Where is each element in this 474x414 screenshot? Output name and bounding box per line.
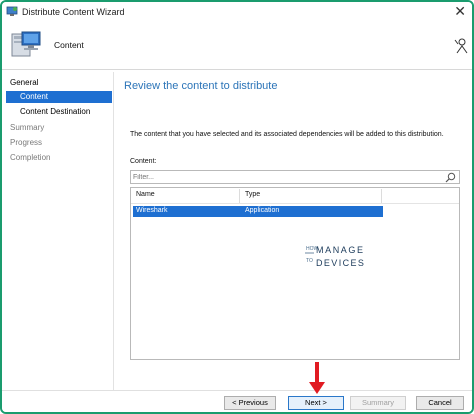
column-divider[interactable] bbox=[239, 189, 240, 203]
column-header-name[interactable]: Name bbox=[136, 191, 155, 198]
title-bar: Distribute Content Wizard ✕ bbox=[2, 2, 472, 22]
wizard-window: Distribute Content Wizard ✕ Content Gene… bbox=[0, 0, 474, 414]
content-list[interactable]: Name Type Wireshark Application HOW TO M… bbox=[130, 187, 460, 360]
svg-text:MANAGE: MANAGE bbox=[316, 245, 365, 255]
previous-button[interactable]: < Previous bbox=[224, 396, 276, 410]
nav-item-progress: Progress bbox=[10, 138, 43, 147]
nav-item-completion: Completion bbox=[10, 153, 51, 162]
row-name-cell: Wireshark bbox=[136, 207, 168, 214]
list-header: Name Type bbox=[131, 188, 459, 204]
page-description: The content that you have selected and i… bbox=[130, 131, 444, 138]
svg-text:DEVICES: DEVICES bbox=[316, 258, 365, 268]
window-title: Distribute Content Wizard bbox=[22, 7, 125, 17]
table-row[interactable]: Wireshark Application bbox=[133, 206, 383, 217]
red-arrow-annotation bbox=[309, 362, 325, 394]
wizard-app-icon bbox=[6, 6, 18, 16]
how-to-manage-devices-logo: HOW TO MANAGE DEVICES bbox=[305, 245, 365, 268]
wizard-content: Review the content to distribute The con… bbox=[116, 72, 472, 382]
wizard-nav: General Content Content Destination Summ… bbox=[2, 72, 114, 392]
page-title: Review the content to distribute bbox=[124, 80, 278, 92]
wizard-footer: < Previous Next > Summary Cancel bbox=[2, 390, 472, 412]
next-button[interactable]: Next > bbox=[288, 396, 344, 410]
row-type-cell: Application bbox=[245, 207, 280, 214]
filter-input[interactable] bbox=[133, 172, 433, 183]
nav-item-summary: Summary bbox=[10, 123, 45, 132]
nav-group-general: General bbox=[10, 78, 39, 87]
cancel-button[interactable]: Cancel bbox=[416, 396, 464, 410]
content-label: Content: bbox=[130, 158, 157, 165]
search-icon[interactable] bbox=[445, 172, 456, 183]
wizard-header: Content bbox=[2, 22, 472, 70]
svg-text:TO: TO bbox=[306, 258, 313, 264]
column-header-type[interactable]: Type bbox=[245, 191, 260, 198]
computer-icon bbox=[11, 31, 41, 57]
nav-item-content[interactable]: Content bbox=[6, 91, 112, 103]
help-person-icon[interactable] bbox=[454, 38, 468, 54]
filter-box bbox=[130, 170, 460, 184]
column-divider[interactable] bbox=[381, 189, 382, 203]
header-title: Content bbox=[54, 40, 84, 50]
close-icon[interactable]: ✕ bbox=[454, 3, 466, 19]
summary-button: Summary bbox=[350, 396, 406, 410]
nav-item-content-destination[interactable]: Content Destination bbox=[2, 106, 114, 118]
